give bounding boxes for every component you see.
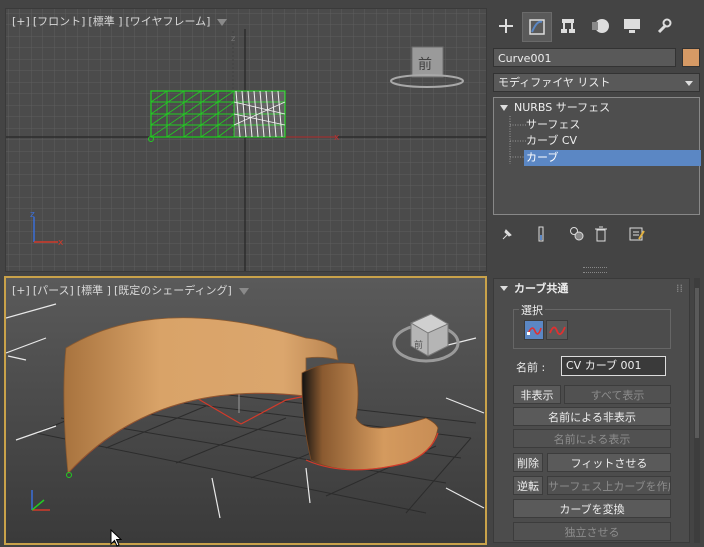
stack-item-label: NURBS サーフェス xyxy=(514,101,611,114)
motion-icon xyxy=(592,19,609,33)
selection-group-label: 選択 xyxy=(519,302,545,318)
viewport-filter-icon[interactable] xyxy=(217,18,228,26)
show-end-result-button[interactable] xyxy=(531,224,551,244)
reverse-button[interactable]: 逆転 xyxy=(513,476,543,495)
configure-modifier-sets-button[interactable] xyxy=(627,224,647,244)
front-grid: x z 前 z x xyxy=(6,9,486,271)
name-label: 名前 : xyxy=(516,361,546,374)
make-independent-button[interactable]: 独立させる xyxy=(513,522,671,541)
persp-filter-icon[interactable] xyxy=(238,287,249,295)
hide-by-name-button[interactable]: 名前による非表示 xyxy=(513,407,671,426)
show-end-result-icon xyxy=(538,226,544,242)
stack-toolbar xyxy=(493,222,700,246)
perspective-scene: z y x 前 xyxy=(6,278,485,543)
create-tab[interactable] xyxy=(492,12,520,40)
viewport-plus-menu[interactable]: [+] xyxy=(12,15,30,28)
make-cos-button[interactable]: サーフェス上カーブを作成 xyxy=(547,476,671,495)
hierarchy-tab[interactable] xyxy=(554,12,582,40)
rollout-grip-icon[interactable]: ⁞⁞ xyxy=(676,279,683,299)
unhide-by-name-button[interactable]: 名前による表示 xyxy=(513,429,671,448)
trash-icon xyxy=(595,226,607,242)
viewport-standard-menu[interactable]: [標準 ] xyxy=(88,15,122,28)
curve-cv-icon xyxy=(527,327,542,335)
curve-common-rollout: カーブ共通 ⁞⁞ 選択 名前 : CV カーブ 001 非表示 すべて表示 名前… xyxy=(493,278,690,543)
pin-icon xyxy=(502,229,512,240)
perspective-viewport[interactable]: [+] [パース] [標準 ] [既定のシェーディング] 前 xyxy=(4,276,487,545)
persp-point-of-view-menu[interactable]: [パース] xyxy=(33,284,74,297)
plus-icon xyxy=(499,19,513,33)
stack-item-surface[interactable]: サーフェス xyxy=(526,117,580,133)
front-viewport[interactable]: [+] [フロント] [標準 ] [ワイヤフレーム] x z 前 z x xyxy=(5,8,487,272)
utilities-tab[interactable] xyxy=(650,12,678,40)
curve-cv-level-button[interactable] xyxy=(524,320,544,340)
object-name-field[interactable]: Curve001 xyxy=(493,48,676,67)
persp-view-cube-label: 前 xyxy=(414,339,423,351)
panel-splitter-handle[interactable] xyxy=(583,267,607,273)
remove-modifier-button[interactable] xyxy=(591,224,611,244)
svg-text:x: x xyxy=(58,238,64,248)
persp-plus-menu[interactable]: [+] xyxy=(12,284,30,297)
hide-button[interactable]: 非表示 xyxy=(513,385,561,404)
modifier-list-label: モディファイヤ リスト xyxy=(498,76,611,89)
front-x-axis-label: x xyxy=(334,133,340,143)
object-color-swatch[interactable] xyxy=(682,48,700,67)
persp-shading-menu[interactable]: [既定のシェーディング] xyxy=(114,284,232,297)
unhide-all-button[interactable]: すべて表示 xyxy=(564,385,671,404)
rollout-collapse-icon xyxy=(500,286,508,291)
front-view-cube-label: 前 xyxy=(418,56,432,73)
pin-stack-button[interactable] xyxy=(497,224,517,244)
curve-name-field[interactable]: CV カーブ 001 xyxy=(561,356,666,376)
display-tab[interactable] xyxy=(618,12,646,40)
persp-standard-menu[interactable]: [標準 ] xyxy=(77,284,111,297)
persp-viewport-label[interactable]: [+] [パース] [標準 ] [既定のシェーディング] xyxy=(12,282,252,298)
panel-scrollbar-thumb[interactable] xyxy=(695,288,699,438)
make-unique-icon xyxy=(570,227,584,241)
panel-scrollbar[interactable] xyxy=(694,278,700,543)
modifier-list-dropdown[interactable]: モディファイヤ リスト xyxy=(493,73,700,92)
svg-text:z: z xyxy=(30,210,35,220)
command-panel: Curve001 モディファイヤ リスト NURBS サーフェス サーフェス カ… xyxy=(488,0,704,547)
viewport-shading-menu[interactable]: [ワイヤフレーム] xyxy=(126,15,211,28)
hierarchy-icon xyxy=(561,19,575,33)
command-panel-tabs xyxy=(488,8,704,44)
viewport-point-of-view-menu[interactable]: [フロント] xyxy=(33,15,86,28)
curve-level-button[interactable] xyxy=(546,320,568,340)
rollout-header[interactable]: カーブ共通 ⁞⁞ xyxy=(494,279,689,299)
stack-item-nurbs-surface[interactable]: NURBS サーフェス xyxy=(500,100,610,116)
wrench-icon xyxy=(657,18,672,34)
front-viewport-label[interactable]: [+] [フロント] [標準 ] [ワイヤフレーム] xyxy=(12,13,230,29)
motion-tab[interactable] xyxy=(586,12,614,40)
configure-icon xyxy=(629,227,645,241)
curve-icon xyxy=(549,326,566,336)
chevron-down-icon xyxy=(685,81,693,86)
front-z-axis-label: z xyxy=(231,34,235,43)
mouse-cursor-icon xyxy=(110,529,123,547)
stack-item-curve[interactable]: カーブ xyxy=(524,150,701,166)
modifier-stack[interactable]: NURBS サーフェス サーフェス カーブ CV カーブ xyxy=(493,97,701,215)
make-unique-button[interactable] xyxy=(567,224,587,244)
make-fit-button[interactable]: フィットさせる xyxy=(547,453,671,472)
modify-curve-icon xyxy=(529,19,545,35)
collapse-triangle-icon[interactable] xyxy=(500,105,508,111)
convert-curve-button[interactable]: カーブを変換 xyxy=(513,499,671,518)
monitor-icon xyxy=(624,19,640,33)
modify-tab[interactable] xyxy=(522,12,552,42)
delete-button[interactable]: 削除 xyxy=(513,453,543,472)
stack-item-curve-cv[interactable]: カーブ CV xyxy=(526,133,577,149)
rollout-title: カーブ共通 xyxy=(514,282,569,295)
selection-group: 選択 xyxy=(513,302,671,349)
